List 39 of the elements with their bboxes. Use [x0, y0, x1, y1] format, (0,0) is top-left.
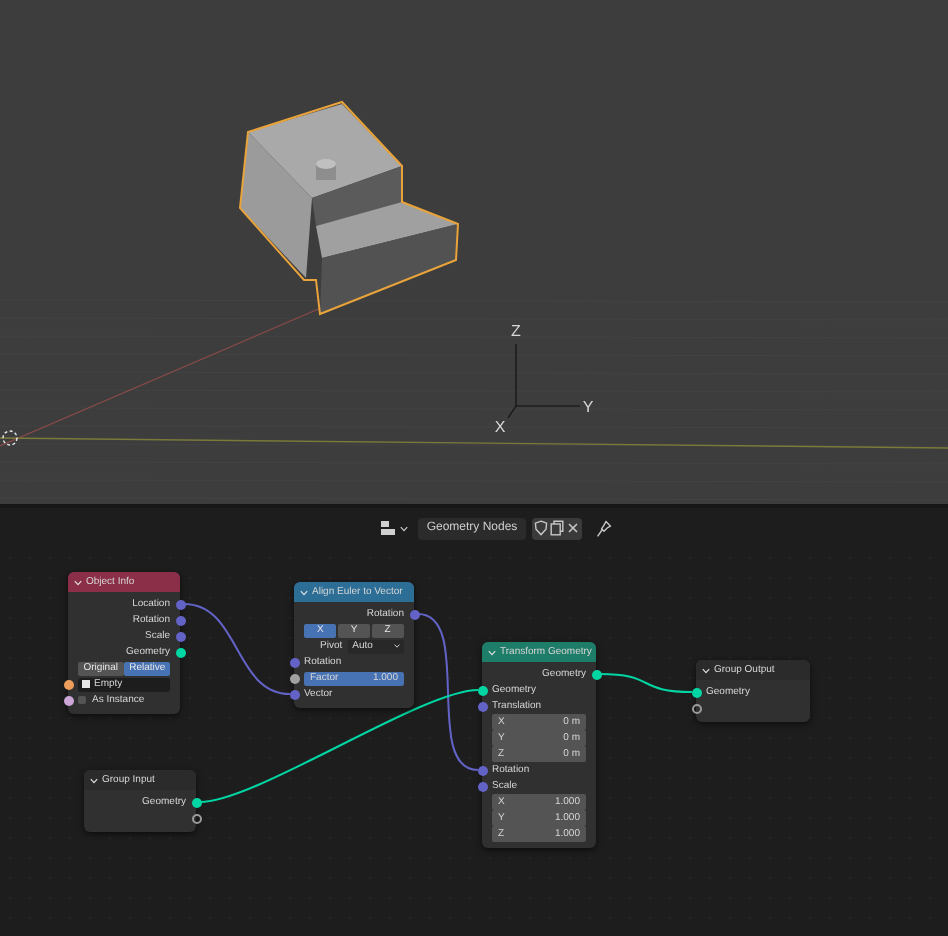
socket-dot[interactable] [477, 685, 487, 695]
socket-dot[interactable] [591, 669, 601, 679]
socket-dot[interactable] [691, 703, 701, 713]
pin-icon[interactable] [595, 519, 612, 537]
socket-dot[interactable] [191, 813, 201, 823]
socket-dot[interactable] [63, 679, 73, 689]
axis-gizmo-drawing [507, 343, 581, 419]
caret-icon [394, 644, 400, 648]
checkbox[interactable] [78, 696, 86, 704]
socket-dot[interactable] [175, 599, 185, 609]
axis-label: Y [582, 398, 594, 416]
socket-dot[interactable] [477, 701, 487, 711]
socket-dot[interactable] [175, 615, 185, 625]
socket-dot[interactable] [477, 765, 487, 775]
shield-icon[interactable] [533, 520, 548, 536]
chevron-icon[interactable] [702, 667, 710, 673]
axis-label: X [494, 418, 506, 436]
socket-dot[interactable] [191, 797, 201, 807]
node-tree-icon [380, 520, 399, 536]
socket-dot[interactable] [175, 647, 185, 657]
socket-dot[interactable] [477, 781, 487, 791]
socket-dot[interactable] [691, 687, 701, 697]
chevron-icon[interactable] [74, 579, 82, 585]
object-icon [82, 680, 90, 688]
socket-dot[interactable] [289, 673, 299, 683]
caret-icon [400, 525, 409, 531]
node-tree-button[interactable] [376, 518, 413, 538]
socket-dot[interactable] [63, 695, 73, 705]
copy-icon[interactable] [549, 520, 564, 536]
axis-label: Z [511, 322, 521, 340]
socket-dot[interactable] [409, 609, 419, 619]
3d-cursor-icon [2, 430, 18, 446]
socket-dot[interactable] [289, 657, 299, 667]
close-icon[interactable] [565, 520, 580, 536]
socket-dot[interactable] [175, 631, 185, 641]
socket-dot[interactable] [289, 689, 299, 699]
chevron-icon[interactable] [300, 589, 308, 595]
chevron-icon[interactable] [90, 777, 98, 783]
link-wire [599, 673, 693, 693]
